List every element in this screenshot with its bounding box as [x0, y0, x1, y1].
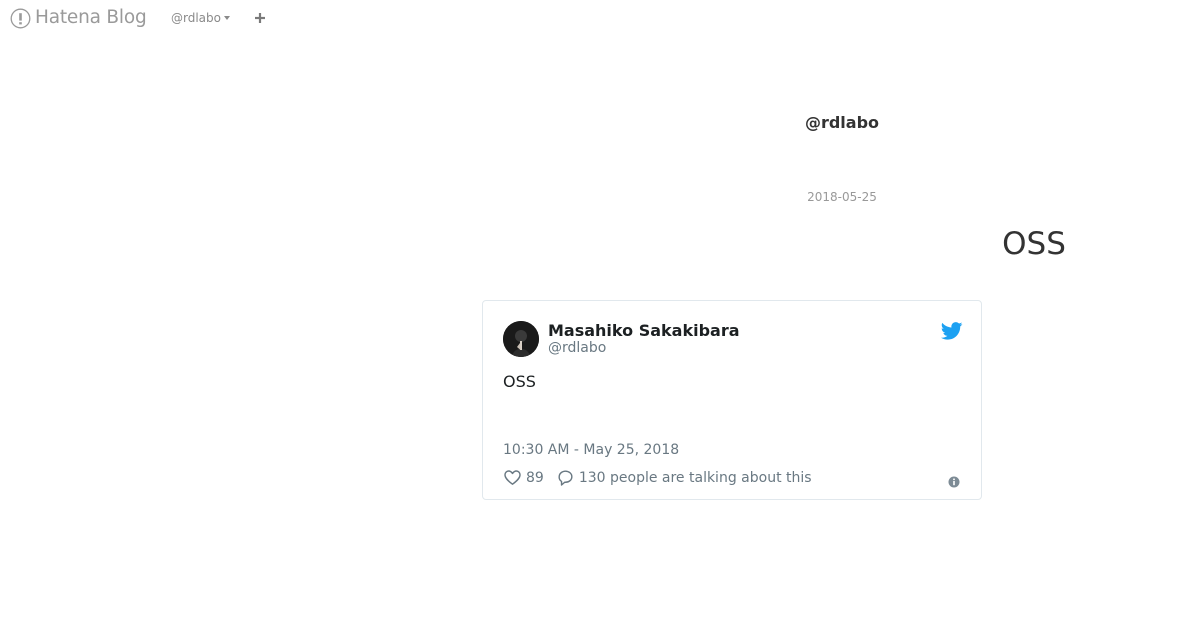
- hatena-logo-icon: [10, 8, 31, 29]
- hatena-blog-brand-link[interactable]: Hatena Blog: [10, 7, 147, 29]
- embedded-tweet: Masahiko Sakakibara @rdlabo OSS 10:30 AM…: [482, 300, 982, 500]
- tweet-text: OSS: [503, 372, 536, 391]
- plus-icon[interactable]: [252, 10, 268, 26]
- tweet-timestamp[interactable]: 10:30 AM - May 25, 2018: [503, 441, 679, 459]
- reply-icon: [556, 468, 575, 487]
- user-menu-label: @rdlabo: [171, 11, 221, 25]
- caret-down-icon: [224, 16, 230, 20]
- conversation-link[interactable]: 130 people are talking about this: [556, 468, 812, 487]
- global-header: Hatena Blog @rdlabo: [0, 0, 1200, 38]
- blog-title-link[interactable]: @rdlabo: [760, 113, 924, 133]
- tweet-author-name[interactable]: Masahiko Sakakibara: [548, 321, 740, 341]
- talking-count: 130 people are talking about this: [578, 469, 812, 486]
- brand-name: Hatena Blog: [35, 7, 147, 28]
- like-count: 89: [526, 469, 544, 486]
- like-button[interactable]: 89: [503, 468, 544, 487]
- info-icon[interactable]: [948, 473, 960, 488]
- entry-date[interactable]: 2018-05-25: [760, 189, 924, 205]
- tweet-author-handle[interactable]: @rdlabo: [548, 339, 606, 357]
- user-menu-dropdown[interactable]: @rdlabo: [171, 11, 230, 25]
- tweet-actions: 89 130 people are talking about this: [503, 468, 812, 487]
- entry-title[interactable]: OSS: [960, 224, 1108, 264]
- twitter-bird-icon[interactable]: [940, 322, 963, 340]
- heart-icon: [503, 468, 522, 487]
- avatar[interactable]: [503, 321, 539, 357]
